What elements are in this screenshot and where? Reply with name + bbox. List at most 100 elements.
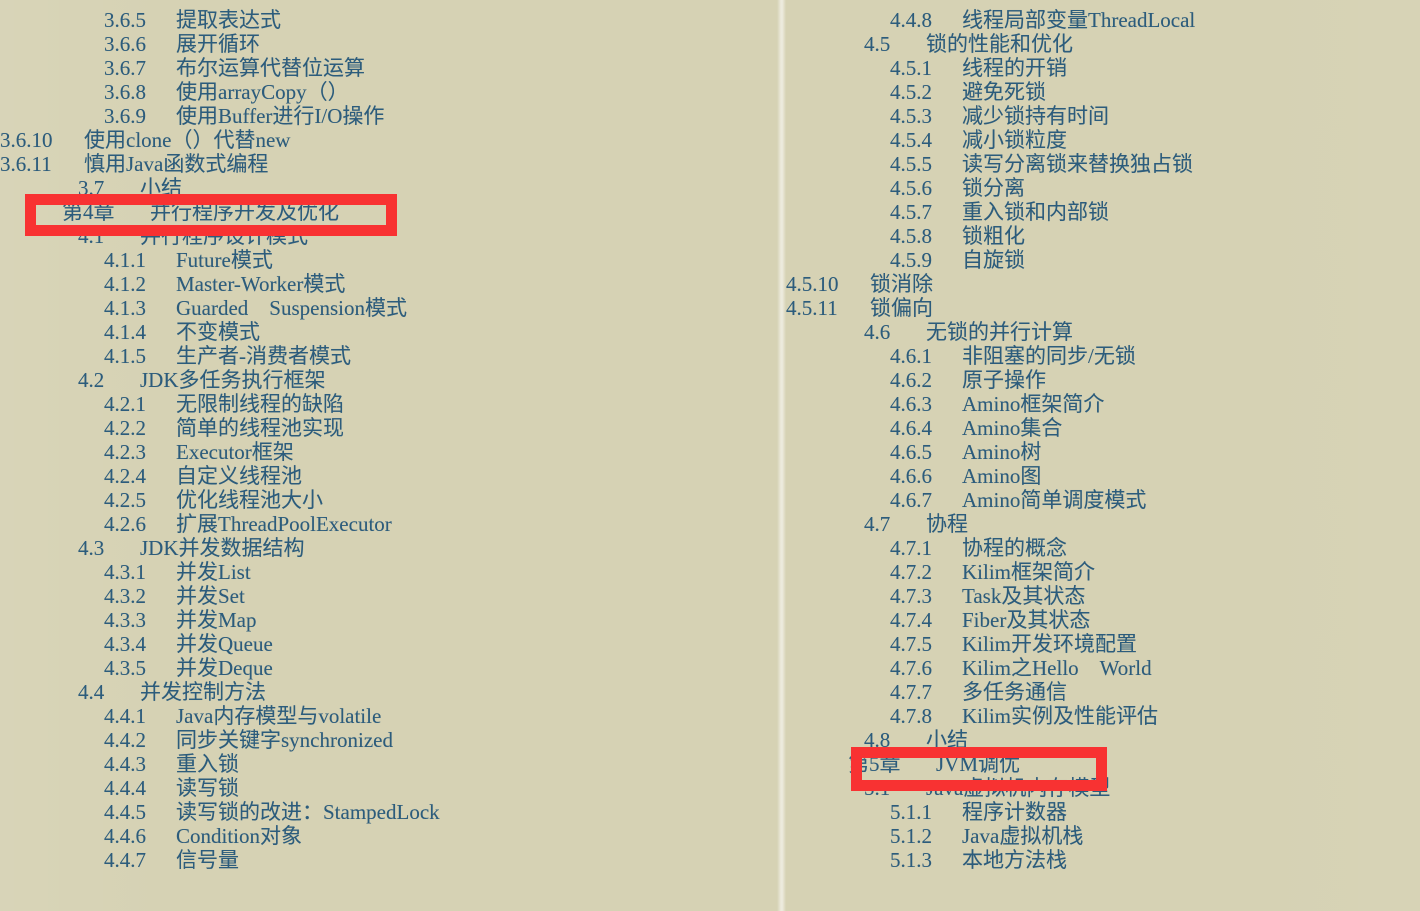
toc-entry: 4.4.6 Condition对象 xyxy=(0,824,777,848)
toc-entry: 4.3.4 并发Queue xyxy=(0,632,777,656)
toc-entry-number: 3.6.8 xyxy=(104,80,146,104)
toc-entry-number: 4.2.1 xyxy=(104,392,146,416)
toc-entry-title: Java内存模型与volatile xyxy=(176,704,382,728)
toc-entry-number: 3.6.10 xyxy=(0,128,53,152)
toc-entry: 4.3.2 并发Set xyxy=(0,584,777,608)
toc-entry: 4.6.2 原子操作 xyxy=(786,368,1420,392)
toc-entry-number: 4.3.2 xyxy=(104,584,146,608)
toc-entry-number: 4.7.1 xyxy=(890,536,932,560)
toc-entry: 第4章 并行程序开发及优化 xyxy=(0,200,777,224)
toc-list-left: 3.6.5 提取表达式 3.6.6 展开循环 3.6.7 布尔运算代替位运算 3.6.8 使用… xyxy=(0,8,777,872)
toc-entry-title: 并行程序开发及优化 xyxy=(150,200,339,224)
toc-entry-number: 4.5.9 xyxy=(890,248,932,272)
toc-entry: 4.1.3 Guarded Suspension模式 xyxy=(0,296,777,320)
toc-entry: 5.1.1 程序计数器 xyxy=(786,800,1420,824)
toc-entry-number: 4.4.2 xyxy=(104,728,146,752)
toc-entry-number: 4.3.1 xyxy=(104,560,146,584)
toc-entry-number: 4.5.6 xyxy=(890,176,932,200)
toc-entry: 3.6.5 提取表达式 xyxy=(0,8,777,32)
toc-entry: 4.5.4 减小锁粒度 xyxy=(786,128,1420,152)
toc-entry-title: 多任务通信 xyxy=(962,680,1067,704)
toc-entry-number: 4.7 xyxy=(864,512,891,536)
toc-entry-title: Amino树 xyxy=(962,440,1042,464)
toc-entry-title: 小结 xyxy=(140,176,182,200)
toc-entry-number: 4.6.5 xyxy=(890,440,932,464)
toc-entry-title: 读写锁的改进：StampedLock xyxy=(176,800,440,824)
toc-entry: 4.1 并行程序设计模式 xyxy=(0,224,777,248)
toc-entry-title: 展开循环 xyxy=(176,32,260,56)
toc-entry: 4.7.1 协程的概念 xyxy=(786,536,1420,560)
toc-entry-title: 扩展ThreadPoolExecutor xyxy=(176,512,392,536)
toc-entry-title: Condition对象 xyxy=(176,824,303,848)
toc-entry-number: 4.5.7 xyxy=(890,200,932,224)
toc-entry-title: Master-Worker模式 xyxy=(176,272,346,296)
toc-entry-number: 4.3 xyxy=(78,536,105,560)
toc-entry-title: 避免死锁 xyxy=(962,80,1046,104)
toc-entry-number: 4.3.3 xyxy=(104,608,146,632)
toc-entry-number: 4.2.5 xyxy=(104,488,146,512)
toc-entry-title: 使用arrayCopy（） xyxy=(176,80,349,104)
toc-entry-title: 无限制线程的缺陷 xyxy=(176,392,344,416)
toc-entry-number: 4.7.4 xyxy=(890,608,932,632)
toc-entry: 4.5.6 锁分离 xyxy=(786,176,1420,200)
toc-entry-number: 4.4.8 xyxy=(890,8,932,32)
toc-entry: 4.1.2 Master-Worker模式 xyxy=(0,272,777,296)
toc-right-column: 4.4.8 线程局部变量ThreadLocal 4.5 锁的性能和优化 4.5.1 线程的… xyxy=(786,0,1420,911)
toc-entry-number: 4.7.2 xyxy=(890,560,932,584)
toc-entry-title: 同步关键字synchronized xyxy=(176,728,393,752)
toc-entry-title: Amino图 xyxy=(962,464,1042,488)
toc-entry: 4.2 JDK多任务执行框架 xyxy=(0,368,777,392)
toc-entry-title: Java虚拟机栈 xyxy=(962,824,1084,848)
toc-entry-number: 4.3.4 xyxy=(104,632,146,656)
toc-entry-number: 3.6.11 xyxy=(0,152,52,176)
toc-entry-title: 自定义线程池 xyxy=(176,464,302,488)
toc-left-column: 3.6.5 提取表达式 3.6.6 展开循环 3.6.7 布尔运算代替位运算 3.6.8 使用… xyxy=(0,0,777,911)
toc-entry-number: 5.1 xyxy=(864,776,891,800)
toc-entry-title: 线程的开销 xyxy=(962,56,1067,80)
toc-entry-number: 4.7.3 xyxy=(890,584,932,608)
toc-entry-title: Kilim之Hello World xyxy=(962,656,1152,680)
book-gutter xyxy=(777,0,786,911)
toc-entry-title: Amino简单调度模式 xyxy=(962,488,1147,512)
toc-entry-title: Task及其状态 xyxy=(962,584,1086,608)
toc-entry-number: 4.6.7 xyxy=(890,488,932,512)
toc-entry-title: 减少锁持有时间 xyxy=(962,104,1109,128)
toc-entry-number: 4.4.6 xyxy=(104,824,146,848)
toc-entry-number: 4.1.4 xyxy=(104,320,146,344)
toc-entry-title: 减小锁粒度 xyxy=(962,128,1067,152)
toc-entry-number: 5.1.2 xyxy=(890,824,932,848)
toc-entry-title: 锁的性能和优化 xyxy=(926,32,1073,56)
toc-entry-number: 4.6.4 xyxy=(890,416,932,440)
toc-entry: 4.2.3 Executor框架 xyxy=(0,440,777,464)
toc-entry-number: 4.8 xyxy=(864,728,891,752)
toc-entry: 4.1.4 不变模式 xyxy=(0,320,777,344)
toc-entry: 4.2.6 扩展ThreadPoolExecutor xyxy=(0,512,777,536)
toc-entry-number: 4.5.8 xyxy=(890,224,932,248)
toc-entry-title: 慎用Java函数式编程 xyxy=(84,152,269,176)
toc-entry: 4.5.3 减少锁持有时间 xyxy=(786,104,1420,128)
toc-entry-number: 4.7.5 xyxy=(890,632,932,656)
toc-entry-title: 协程的概念 xyxy=(962,536,1067,560)
toc-entry-number: 3.6.9 xyxy=(104,104,146,128)
toc-entry-number: 4.2.3 xyxy=(104,440,146,464)
toc-entry-title: JDK并发数据结构 xyxy=(140,536,305,560)
toc-entry-title: 提取表达式 xyxy=(176,8,281,32)
toc-entry-title: 本地方法栈 xyxy=(962,848,1067,872)
toc-entry-number: 第4章 xyxy=(62,200,115,224)
toc-entry-number: 4.4 xyxy=(78,680,105,704)
toc-entry-title: 使用clone（）代替new xyxy=(84,128,291,152)
toc-entry-title: 生产者-消费者模式 xyxy=(176,344,351,368)
toc-entry: 4.6.3 Amino框架简介 xyxy=(786,392,1420,416)
toc-entry: 4.7.6 Kilim之Hello World xyxy=(786,656,1420,680)
toc-entry-number: 4.2.2 xyxy=(104,416,146,440)
toc-entry-number: 3.7 xyxy=(78,176,105,200)
toc-entry-title: 锁消除 xyxy=(870,272,933,296)
toc-list-right: 4.4.8 线程局部变量ThreadLocal 4.5 锁的性能和优化 4.5.1 线程的… xyxy=(786,8,1420,872)
toc-entry-title: 布尔运算代替位运算 xyxy=(176,56,365,80)
toc-entry: 4.7.5 Kilim开发环境配置 xyxy=(786,632,1420,656)
toc-entry-title: 并发Set xyxy=(176,584,245,608)
toc-entry: 4.1.5 生产者-消费者模式 xyxy=(0,344,777,368)
toc-entry: 4.4.5 读写锁的改进：StampedLock xyxy=(0,800,777,824)
toc-entry-number: 4.3.5 xyxy=(104,656,146,680)
toc-entry: 4.8 小结 xyxy=(786,728,1420,752)
